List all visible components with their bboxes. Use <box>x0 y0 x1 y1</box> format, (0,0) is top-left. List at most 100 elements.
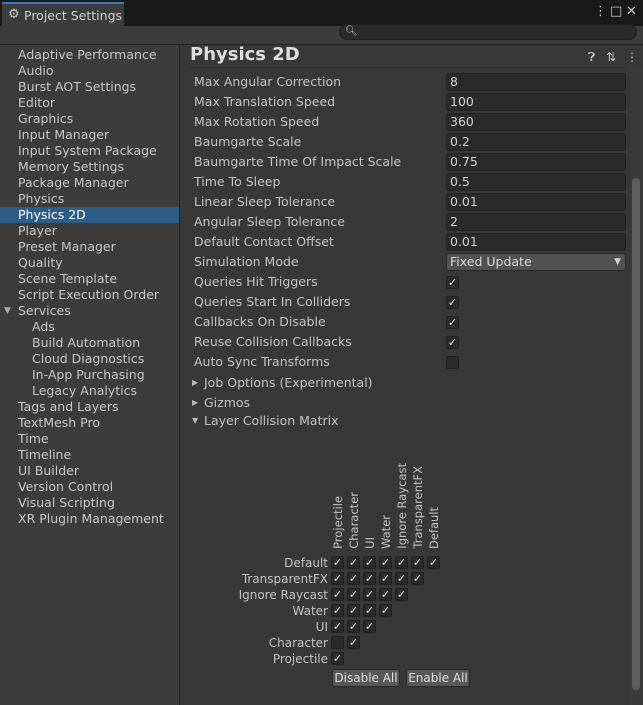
max-rotation-speed-field[interactable]: 360 <box>446 113 626 131</box>
sidebar-item-physics-2d[interactable]: Physics 2D <box>0 207 179 223</box>
sidebar-item-scene-template[interactable]: Scene Template <box>0 271 179 287</box>
matrix-checkbox[interactable]: ✓ <box>363 588 376 601</box>
toggle-label-reuse-collision-callbacks: Reuse Collision Callbacks <box>194 334 352 349</box>
matrix-column-label: Ignore Raycast <box>395 463 409 549</box>
max-angular-correction-field[interactable]: 8 <box>446 73 626 91</box>
queries-start-in-colliders-checkbox[interactable]: ✓ <box>446 296 459 309</box>
baumgarte-time-of-impact-scale-field[interactable]: 0.75 <box>446 153 626 171</box>
sidebar-item-label: Quality <box>18 255 63 270</box>
matrix-checkbox[interactable]: ✓ <box>331 620 344 633</box>
matrix-checkbox[interactable]: ✓ <box>347 588 360 601</box>
presets-icon[interactable]: ⇅ <box>606 50 616 64</box>
sidebar-item-services[interactable]: ▼ Services <box>0 303 179 319</box>
sidebar-item-visual-scripting[interactable]: Visual Scripting <box>0 495 179 511</box>
sidebar-item-input-system-package[interactable]: Input System Package <box>0 143 179 159</box>
angular-sleep-tolerance-field[interactable]: 2 <box>446 213 626 231</box>
sidebar-item-input-manager[interactable]: Input Manager <box>0 127 179 143</box>
matrix-checkbox[interactable]: ✓ <box>363 556 376 569</box>
layer-matrix-fold-arrow-icon[interactable]: ▼ <box>192 413 198 429</box>
matrix-checkbox[interactable]: ✓ <box>331 652 344 665</box>
sidebar-item-textmesh-pro[interactable]: TextMesh Pro <box>0 415 179 431</box>
sidebar-item-quality[interactable]: Quality <box>0 255 179 271</box>
sidebar-item-label: Physics 2D <box>18 207 86 222</box>
matrix-checkbox[interactable]: ✓ <box>379 588 392 601</box>
matrix-row-label: UI <box>315 620 328 634</box>
enable-all-button[interactable]: Enable All <box>406 669 470 687</box>
matrix-checkbox[interactable]: ✓ <box>331 588 344 601</box>
sidebar-item-xr-plugin-management[interactable]: XR Plugin Management <box>0 511 179 527</box>
sidebar-item-build-automation[interactable]: Build Automation <box>0 335 179 351</box>
reuse-collision-callbacks-checkbox[interactable]: ✓ <box>446 336 459 349</box>
scrollbar-thumb[interactable] <box>632 178 640 690</box>
simulation-mode-dropdown[interactable]: Fixed Update ▼ <box>446 253 626 271</box>
sidebar-item-ui-builder[interactable]: UI Builder <box>0 463 179 479</box>
baumgarte-scale-field[interactable]: 0.2 <box>446 133 626 151</box>
sidebar-item-script-execution-order[interactable]: Script Execution Order <box>0 287 179 303</box>
matrix-checkbox[interactable]: ✓ <box>411 556 424 569</box>
disable-all-button[interactable]: Disable All <box>332 669 400 687</box>
more-options-icon[interactable]: ⋮ <box>594 4 607 20</box>
sidebar-item-version-control[interactable]: Version Control <box>0 479 179 495</box>
matrix-checkbox[interactable]: ✓ <box>379 604 392 617</box>
matrix-checkbox[interactable]: ✓ <box>363 620 376 633</box>
matrix-checkbox[interactable]: ✓ <box>395 572 408 585</box>
sidebar-item-ads[interactable]: Ads <box>0 319 179 335</box>
sidebar-item-editor[interactable]: Editor <box>0 95 179 111</box>
sidebar-item-burst-aot-settings[interactable]: Burst AOT Settings <box>0 79 179 95</box>
sidebar-item-time[interactable]: Time <box>0 431 179 447</box>
matrix-checkbox[interactable]: ✓ <box>395 588 408 601</box>
sidebar-item-physics[interactable]: Physics <box>0 191 179 207</box>
foldout-job-options[interactable]: Job Options (Experimental) <box>204 375 373 391</box>
sidebar-item-audio[interactable]: Audio <box>0 63 179 79</box>
close-icon[interactable]: ✕ <box>626 4 637 20</box>
sidebar-item-preset-manager[interactable]: Preset Manager <box>0 239 179 255</box>
matrix-checkbox[interactable]: ✓ <box>347 604 360 617</box>
sidebar-item-in-app-purchasing[interactable]: In-App Purchasing <box>0 367 179 383</box>
sidebar-item-graphics[interactable]: Graphics <box>0 111 179 127</box>
matrix-checkbox[interactable]: ✓ <box>363 604 376 617</box>
sidebar-item-player[interactable]: Player <box>0 223 179 239</box>
sidebar-item-timeline[interactable]: Timeline <box>0 447 179 463</box>
queries-hit-triggers-checkbox[interactable]: ✓ <box>446 276 459 289</box>
sidebar-item-legacy-analytics[interactable]: Legacy Analytics <box>0 383 179 399</box>
matrix-checkbox[interactable]: ✓ <box>347 636 360 649</box>
search-input[interactable]: 🔍︎ <box>339 24 637 40</box>
sidebar-item-adaptive-performance[interactable]: Adaptive Performance <box>0 47 179 63</box>
matrix-checkbox[interactable]: ✓ <box>379 572 392 585</box>
sidebar-item-label: In-App Purchasing <box>32 367 145 382</box>
sidebar-item-label: Time <box>18 431 49 446</box>
sidebar-item-cloud-diagnostics[interactable]: Cloud Diagnostics <box>0 351 179 367</box>
matrix-checkbox[interactable]: ✓ <box>347 556 360 569</box>
sidebar-item-package-manager[interactable]: Package Manager <box>0 175 179 191</box>
sidebar-item-memory-settings[interactable]: Memory Settings <box>0 159 179 175</box>
matrix-checkbox[interactable]: ✓ <box>395 556 408 569</box>
auto-sync-transforms-checkbox[interactable] <box>446 356 459 369</box>
matrix-checkbox[interactable] <box>331 636 344 649</box>
default-contact-offset-field[interactable]: 0.01 <box>446 233 626 251</box>
expand-arrow-icon[interactable]: ▼ <box>4 303 11 319</box>
matrix-checkbox[interactable]: ✓ <box>331 572 344 585</box>
matrix-checkbox[interactable]: ✓ <box>427 556 440 569</box>
maximize-icon[interactable]: □ <box>610 4 622 20</box>
matrix-checkbox[interactable]: ✓ <box>363 572 376 585</box>
max-translation-speed-field[interactable]: 100 <box>446 93 626 111</box>
gizmos-fold-arrow-icon[interactable]: ▶ <box>192 395 198 411</box>
matrix-checkbox[interactable]: ✓ <box>347 572 360 585</box>
foldout-gizmos[interactable]: Gizmos <box>204 395 250 411</box>
matrix-checkbox[interactable]: ✓ <box>411 572 424 585</box>
sidebar-item-label: Services <box>18 303 71 318</box>
linear-sleep-tolerance-field[interactable]: 0.01 <box>446 193 626 211</box>
matrix-checkbox[interactable]: ✓ <box>331 604 344 617</box>
context-menu-icon[interactable]: ⋮ <box>626 50 638 64</box>
time-to-sleep-field[interactable]: 0.5 <box>446 173 626 191</box>
matrix-checkbox[interactable]: ✓ <box>331 556 344 569</box>
window-tab[interactable]: ⚙ Project Settings <box>2 2 124 26</box>
matrix-column-label: Default <box>427 506 441 549</box>
help-icon[interactable]: ❓︎ <box>588 50 595 64</box>
foldout-layer-collision-matrix[interactable]: Layer Collision Matrix <box>204 413 339 429</box>
job-options-fold-arrow-icon[interactable]: ▶ <box>192 375 198 391</box>
matrix-checkbox[interactable]: ✓ <box>379 556 392 569</box>
sidebar-item-tags-and-layers[interactable]: Tags and Layers <box>0 399 179 415</box>
matrix-checkbox[interactable]: ✓ <box>347 620 360 633</box>
callbacks-on-disable-checkbox[interactable]: ✓ <box>446 316 459 329</box>
